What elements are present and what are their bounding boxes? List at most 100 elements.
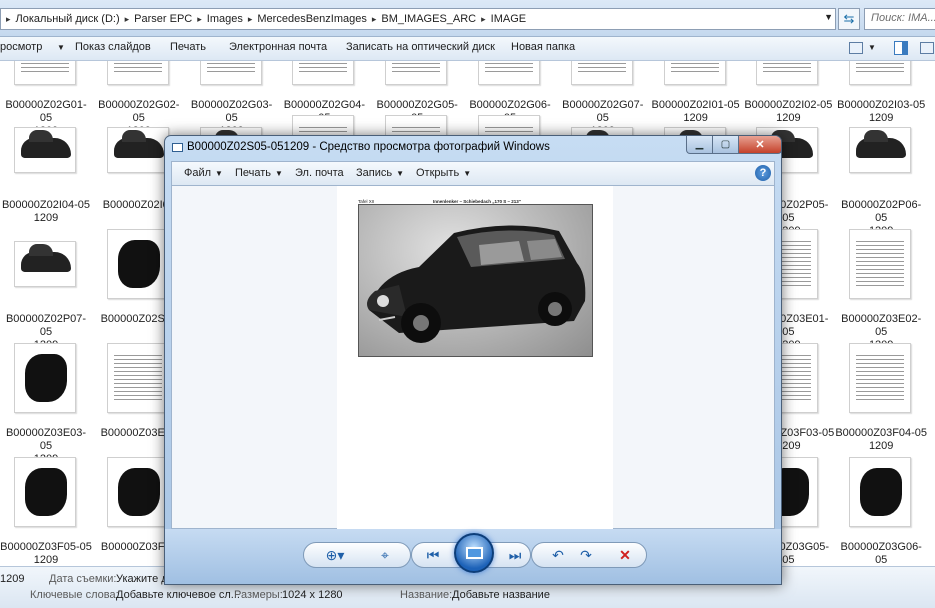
file-name-line2: 1209 bbox=[33, 212, 59, 224]
next-icon[interactable]: ⏭ bbox=[505, 547, 525, 563]
car-photo bbox=[358, 204, 593, 357]
file-name-line1: B00000Z02I04-05 bbox=[1, 199, 91, 211]
menu-file-label: Файл bbox=[184, 167, 212, 179]
menu-file[interactable]: Файл ▼ bbox=[184, 167, 223, 179]
chevron-down-icon: ▼ bbox=[463, 169, 472, 178]
document-image bbox=[577, 61, 626, 74]
command-bar: росмотр ▼ Показ слайдов Печать Электронн… bbox=[0, 37, 935, 61]
rotate-right-icon[interactable]: ↷ bbox=[576, 547, 596, 563]
menu-print[interactable]: Печать ▼ bbox=[235, 167, 283, 179]
minimize-button[interactable]: ▁ bbox=[686, 136, 713, 154]
document-image bbox=[485, 61, 533, 74]
scanned-page: Tafel XII Innenlenker – Schiebedach „170… bbox=[337, 186, 613, 530]
menu-email[interactable]: Эл. почта bbox=[295, 167, 344, 179]
zoom-icon[interactable]: ⊕▾ bbox=[325, 547, 345, 563]
breadcrumb-chevron-icon[interactable]: ▸ bbox=[4, 14, 13, 25]
address-bar[interactable]: ▸ Локальный диск (D:) ▸ Parser EPC ▸ Ima… bbox=[0, 8, 836, 30]
file-thumbnail bbox=[106, 127, 169, 173]
breadcrumb-item[interactable]: MercedesBenzImages bbox=[254, 13, 369, 25]
previous-icon[interactable]: ⏮ bbox=[423, 547, 443, 563]
viewer-toolbar: ⊕▾ ⌖ ⏮ ⏭ ↶ ↷ ✕ bbox=[165, 529, 781, 584]
breadcrumb-item[interactable]: BM_IMAGES_ARC bbox=[378, 13, 479, 25]
email-button[interactable]: Электронная почта bbox=[229, 41, 327, 53]
file-item[interactable]: B00000Z03E03-051209 bbox=[0, 343, 92, 465]
breadcrumb-item[interactable]: Parser EPC bbox=[131, 13, 195, 25]
rotate-left-icon[interactable]: ↶ bbox=[548, 547, 568, 563]
image-display-area[interactable]: Tafel XII Innenlenker – Schiebedach „170… bbox=[171, 185, 775, 530]
file-name-line1: B00000Z03F05-05 bbox=[0, 541, 92, 553]
close-button[interactable]: ✕ bbox=[738, 136, 781, 154]
car-image bbox=[856, 130, 907, 158]
file-name: B00000Z03F04-05 1209 bbox=[835, 427, 927, 453]
help-icon[interactable]: ? bbox=[755, 165, 771, 181]
view-dropdown-icon[interactable]: ▼ bbox=[57, 43, 65, 52]
car-image bbox=[21, 130, 71, 158]
file-name: B00000Z02I04-05 1209 bbox=[0, 199, 92, 225]
help-icon[interactable] bbox=[920, 42, 934, 54]
file-thumbnail bbox=[106, 457, 169, 527]
breadcrumb-chevron-icon[interactable]: ▸ bbox=[246, 14, 255, 25]
menu-burn[interactable]: Запись ▼ bbox=[356, 167, 404, 179]
title-value[interactable]: Добавьте название bbox=[452, 589, 550, 601]
chevron-down-icon: ▼ bbox=[215, 169, 223, 178]
chevron-down-icon: ▼ bbox=[396, 169, 405, 178]
engine-image bbox=[25, 468, 67, 516]
file-name-line1: B00000Z03E02-05 bbox=[841, 313, 922, 338]
breadcrumb-item[interactable]: Локальный диск (D:) bbox=[13, 13, 123, 25]
slideshow-button[interactable]: Показ слайдов bbox=[75, 41, 151, 53]
breadcrumb-chevron-icon[interactable]: ▸ bbox=[123, 14, 132, 25]
document-image bbox=[856, 352, 905, 402]
preview-pane-icon[interactable] bbox=[894, 41, 908, 55]
file-thumbnail bbox=[14, 241, 76, 287]
file-item[interactable]: B00000Z03F05-05 1209 bbox=[0, 457, 92, 566]
slideshow-icon bbox=[466, 547, 483, 559]
engine-image bbox=[117, 240, 160, 288]
fit-icon[interactable]: ⌖ bbox=[375, 547, 395, 563]
menu-open[interactable]: Открыть ▼ bbox=[416, 167, 471, 179]
breadcrumb-item[interactable]: IMAGE bbox=[488, 13, 529, 25]
keywords-value[interactable]: Добавьте ключевое сл... bbox=[116, 589, 240, 601]
file-thumbnail bbox=[14, 127, 76, 173]
maximize-button[interactable]: ▢ bbox=[712, 136, 739, 154]
new-folder-button[interactable]: Новая папка bbox=[511, 41, 575, 53]
file-item[interactable]: B00000Z03E02-051209 bbox=[835, 229, 927, 351]
view-button[interactable]: росмотр bbox=[0, 41, 42, 53]
file-item[interactable]: B00000Z03F04-05 1209 bbox=[835, 343, 927, 457]
burn-button[interactable]: Записать на оптический диск bbox=[346, 41, 495, 53]
document-image bbox=[299, 61, 348, 74]
file-thumbnail bbox=[478, 61, 540, 85]
print-button[interactable]: Печать bbox=[170, 41, 206, 53]
file-item[interactable]: B00000Z02P06-051209 bbox=[835, 115, 927, 237]
file-item[interactable]: B00000Z02I04-05 1209 bbox=[0, 115, 92, 229]
document-image bbox=[113, 61, 162, 74]
file-thumbnail bbox=[849, 127, 912, 173]
change-view-icon[interactable] bbox=[849, 42, 863, 54]
breadcrumb-chevron-icon[interactable]: ▸ bbox=[479, 14, 488, 25]
file-thumbnail bbox=[570, 61, 633, 85]
address-dropdown-icon[interactable]: ▼ bbox=[824, 12, 833, 22]
keywords-label: Ключевые слова: bbox=[30, 589, 119, 601]
title-label: Название: bbox=[400, 589, 453, 601]
breadcrumb-item[interactable]: Images bbox=[204, 13, 246, 25]
slideshow-button[interactable] bbox=[454, 533, 494, 573]
car-image bbox=[113, 130, 164, 158]
change-view-dropdown-icon[interactable]: ▼ bbox=[868, 43, 876, 52]
viewer-menu-bar: Файл ▼ Печать ▼ Эл. почта Запись ▼ Открыть ▼… bbox=[171, 161, 775, 185]
breadcrumb-chevron-icon[interactable]: ▸ bbox=[195, 14, 204, 25]
file-name: B00000Z03G06-051209 bbox=[835, 541, 927, 566]
menu-email-label: Эл. почта bbox=[295, 167, 344, 179]
file-item[interactable]: B00000Z03G06-051209 bbox=[835, 457, 927, 566]
address-bar-area: ▸ Локальный диск (D:) ▸ Parser EPC ▸ Ima… bbox=[0, 0, 935, 37]
file-name-line1: B00000Z02I03-05 bbox=[837, 99, 926, 111]
file-thumbnail bbox=[14, 343, 76, 413]
search-input[interactable]: Поиск: IMA... bbox=[864, 8, 935, 30]
file-thumbnail bbox=[849, 457, 912, 527]
refresh-icon[interactable]: ⇆ bbox=[838, 8, 860, 30]
file-thumbnail bbox=[14, 61, 76, 85]
delete-icon[interactable]: ✕ bbox=[615, 547, 635, 563]
file-thumbnail bbox=[849, 343, 912, 413]
breadcrumb-chevron-icon[interactable]: ▸ bbox=[370, 14, 379, 25]
file-name-line1: B00000Z03G06-05 bbox=[840, 541, 922, 566]
file-item[interactable]: B00000Z02P07-051209 bbox=[0, 229, 92, 351]
menu-open-label: Открыть bbox=[416, 167, 460, 179]
